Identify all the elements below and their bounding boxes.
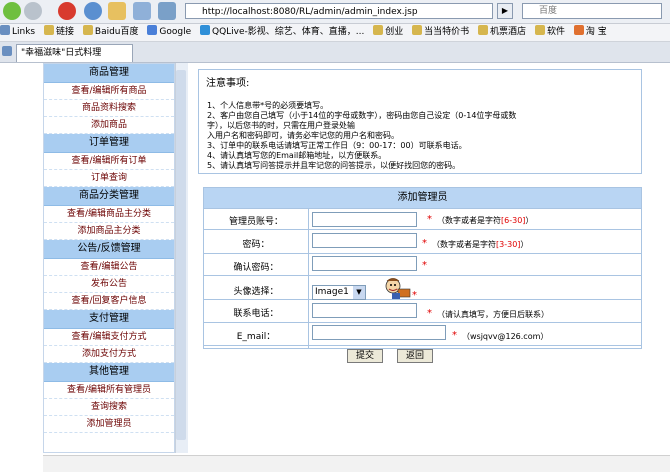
sidebar-section-categories: 商品分类管理 <box>44 187 174 206</box>
bookmark-item[interactable]: 机票酒店 <box>478 24 526 41</box>
back-icon[interactable] <box>3 2 21 20</box>
form-row-divider <box>204 275 641 276</box>
folder-icon <box>534 25 545 35</box>
qqlive-icon <box>200 25 210 35</box>
sidebar-section-orders: 订单管理 <box>44 134 174 153</box>
stop-icon[interactable] <box>58 2 76 20</box>
required-star: * <box>452 330 457 341</box>
sidebar-section-payments: 支付管理 <box>44 310 174 329</box>
horizontal-scrollbar[interactable] <box>43 455 670 472</box>
required-star: * <box>422 260 427 271</box>
sidebar-item-view-payments[interactable]: 查看/编辑支付方式 <box>44 329 174 346</box>
sidebar-item-view-categories[interactable]: 查看/编辑商品主分类 <box>44 206 174 223</box>
account-input[interactable] <box>312 212 417 227</box>
address-text: http://localhost:8080/RL/admin/admin_ind… <box>202 7 418 17</box>
form-row-divider <box>204 299 641 300</box>
notice-line: 5、请认真填写问答提示并且牢记您的问答提示，以便好找回您的密码。 <box>207 161 461 170</box>
form-row-divider <box>204 322 641 323</box>
sidebar-section-notices: 公告/反馈管理 <box>44 240 174 259</box>
bookmark-item[interactable]: 淘 宝 <box>573 24 607 41</box>
avatar-preview-image <box>385 278 411 299</box>
tab-title: "幸福滋味"日式料理 <box>21 48 102 58</box>
bookmark-item[interactable]: Google <box>147 24 191 41</box>
form-row-divider <box>204 253 641 254</box>
bookmark-item[interactable]: 当当特价书 <box>412 24 469 41</box>
tab-bar: "幸福滋味"日式料理 <box>0 42 670 63</box>
sidebar-item-add-category[interactable]: 添加商品主分类 <box>44 223 174 240</box>
form-row-divider <box>204 345 641 346</box>
confirm-password-label: 确认密码： <box>233 263 279 273</box>
password-label: 密码： <box>242 240 270 250</box>
folder-icon <box>412 25 423 35</box>
avatar-select[interactable]: Image1 ▼ <box>312 285 366 300</box>
sidebar-item-view-products[interactable]: 查看/编辑所有商品 <box>44 83 174 100</box>
password-hint: （数字或者是字符[3-30]） <box>432 240 529 249</box>
sidebar: 商品管理 查看/编辑所有商品 商品资料搜索 添加商品 订单管理 查看/编辑所有订… <box>43 63 175 453</box>
required-star: * <box>412 290 417 301</box>
password-input[interactable] <box>312 233 417 248</box>
required-star: * <box>427 308 432 319</box>
bookmarks-bar: Links 链接 Baidu百度 Google QQLive-影视、综艺、体育、… <box>0 24 670 42</box>
search-placeholder: 百度 <box>539 6 558 16</box>
phone-label: 联系电话： <box>233 309 279 319</box>
form-row-divider <box>204 229 641 230</box>
folder-icon <box>478 25 489 35</box>
form-title: 添加管理员 <box>204 188 641 208</box>
folder-icon <box>0 25 10 35</box>
sidebar-item-query-orders[interactable]: 订单查询 <box>44 170 174 187</box>
sidebar-section-products: 商品管理 <box>44 64 174 83</box>
account-hint: （数字或者是字符[6-30]） <box>437 216 534 225</box>
search-input[interactable]: 百度 <box>522 3 662 19</box>
bookmark-item[interactable]: QQLive-影视、综艺、体育、直播，... <box>200 24 364 41</box>
scrollbar-thumb[interactable] <box>176 70 186 440</box>
folder-icon <box>373 25 384 35</box>
page-icon <box>2 46 12 56</box>
sidebar-item-add-payment[interactable]: 添加支付方式 <box>44 346 174 363</box>
back-button[interactable]: 返回 <box>397 349 433 363</box>
refresh-icon[interactable] <box>84 2 102 20</box>
history-icon[interactable] <box>158 2 176 20</box>
avatar-label: 头像选择： <box>233 287 279 297</box>
sidebar-item-publish-notice[interactable]: 发布公告 <box>44 276 174 293</box>
sidebar-item-add-admin[interactable]: 添加管理员 <box>44 416 174 433</box>
address-bar[interactable]: http://localhost:8080/RL/admin/admin_ind… <box>185 3 493 19</box>
forward-icon[interactable] <box>24 2 42 20</box>
required-star: * <box>427 214 432 225</box>
submit-button[interactable]: 提交 <box>347 349 383 363</box>
sidebar-item-search-products[interactable]: 商品资料搜索 <box>44 100 174 117</box>
email-label: E_mail： <box>236 332 276 342</box>
go-button[interactable]: ▶ <box>497 3 513 19</box>
notice-box: 注意事项: 1、个人信息带*号的必须要填写。 2、客户由您自己填写（小于14位的… <box>198 69 642 174</box>
notice-title: 注意事项: <box>206 78 250 89</box>
sidebar-item-customer-messages[interactable]: 查看/回复客户信息 <box>44 293 174 310</box>
bookmark-item[interactable]: 软件 <box>534 24 565 41</box>
email-input[interactable] <box>312 325 446 340</box>
sidebar-item-add-product[interactable]: 添加商品 <box>44 117 174 134</box>
sidebar-section-other: 其他管理 <box>44 363 174 382</box>
taobao-icon <box>573 25 584 35</box>
bookmark-item[interactable]: Baidu百度 <box>82 24 139 41</box>
phone-hint: （请认真填写，方便日后联系） <box>437 310 549 319</box>
chevron-down-icon[interactable]: ▼ <box>353 286 365 299</box>
sidebar-item-view-notices[interactable]: 查看/编辑公告 <box>44 259 174 276</box>
google-icon <box>147 25 158 35</box>
phone-input[interactable] <box>312 303 417 318</box>
bookmark-item[interactable]: Links <box>0 24 35 41</box>
tab-current[interactable]: "幸福滋味"日式料理 <box>16 44 133 62</box>
bookmark-item[interactable]: 链接 <box>44 24 74 41</box>
account-label: 管理员账号： <box>228 217 283 227</box>
sidebar-item-view-orders[interactable]: 查看/编辑所有订单 <box>44 153 174 170</box>
confirm-password-input[interactable] <box>312 256 417 271</box>
sidebar-item-view-admins[interactable]: 查看/编辑所有管理员 <box>44 382 174 399</box>
home-icon[interactable] <box>108 2 126 20</box>
email-hint: （wsjqvv@126.com） <box>462 332 549 341</box>
browser-toolbar: http://localhost:8080/RL/admin/admin_ind… <box>0 0 670 24</box>
bookmark-item[interactable]: 创业 <box>373 24 403 41</box>
folder-icon <box>44 25 54 35</box>
form-row-divider <box>204 208 641 209</box>
folder-icon <box>82 25 93 35</box>
sidebar-item-query-search[interactable]: 查询搜索 <box>44 399 174 416</box>
required-star: * <box>422 238 427 249</box>
favorites-icon[interactable] <box>133 2 151 20</box>
